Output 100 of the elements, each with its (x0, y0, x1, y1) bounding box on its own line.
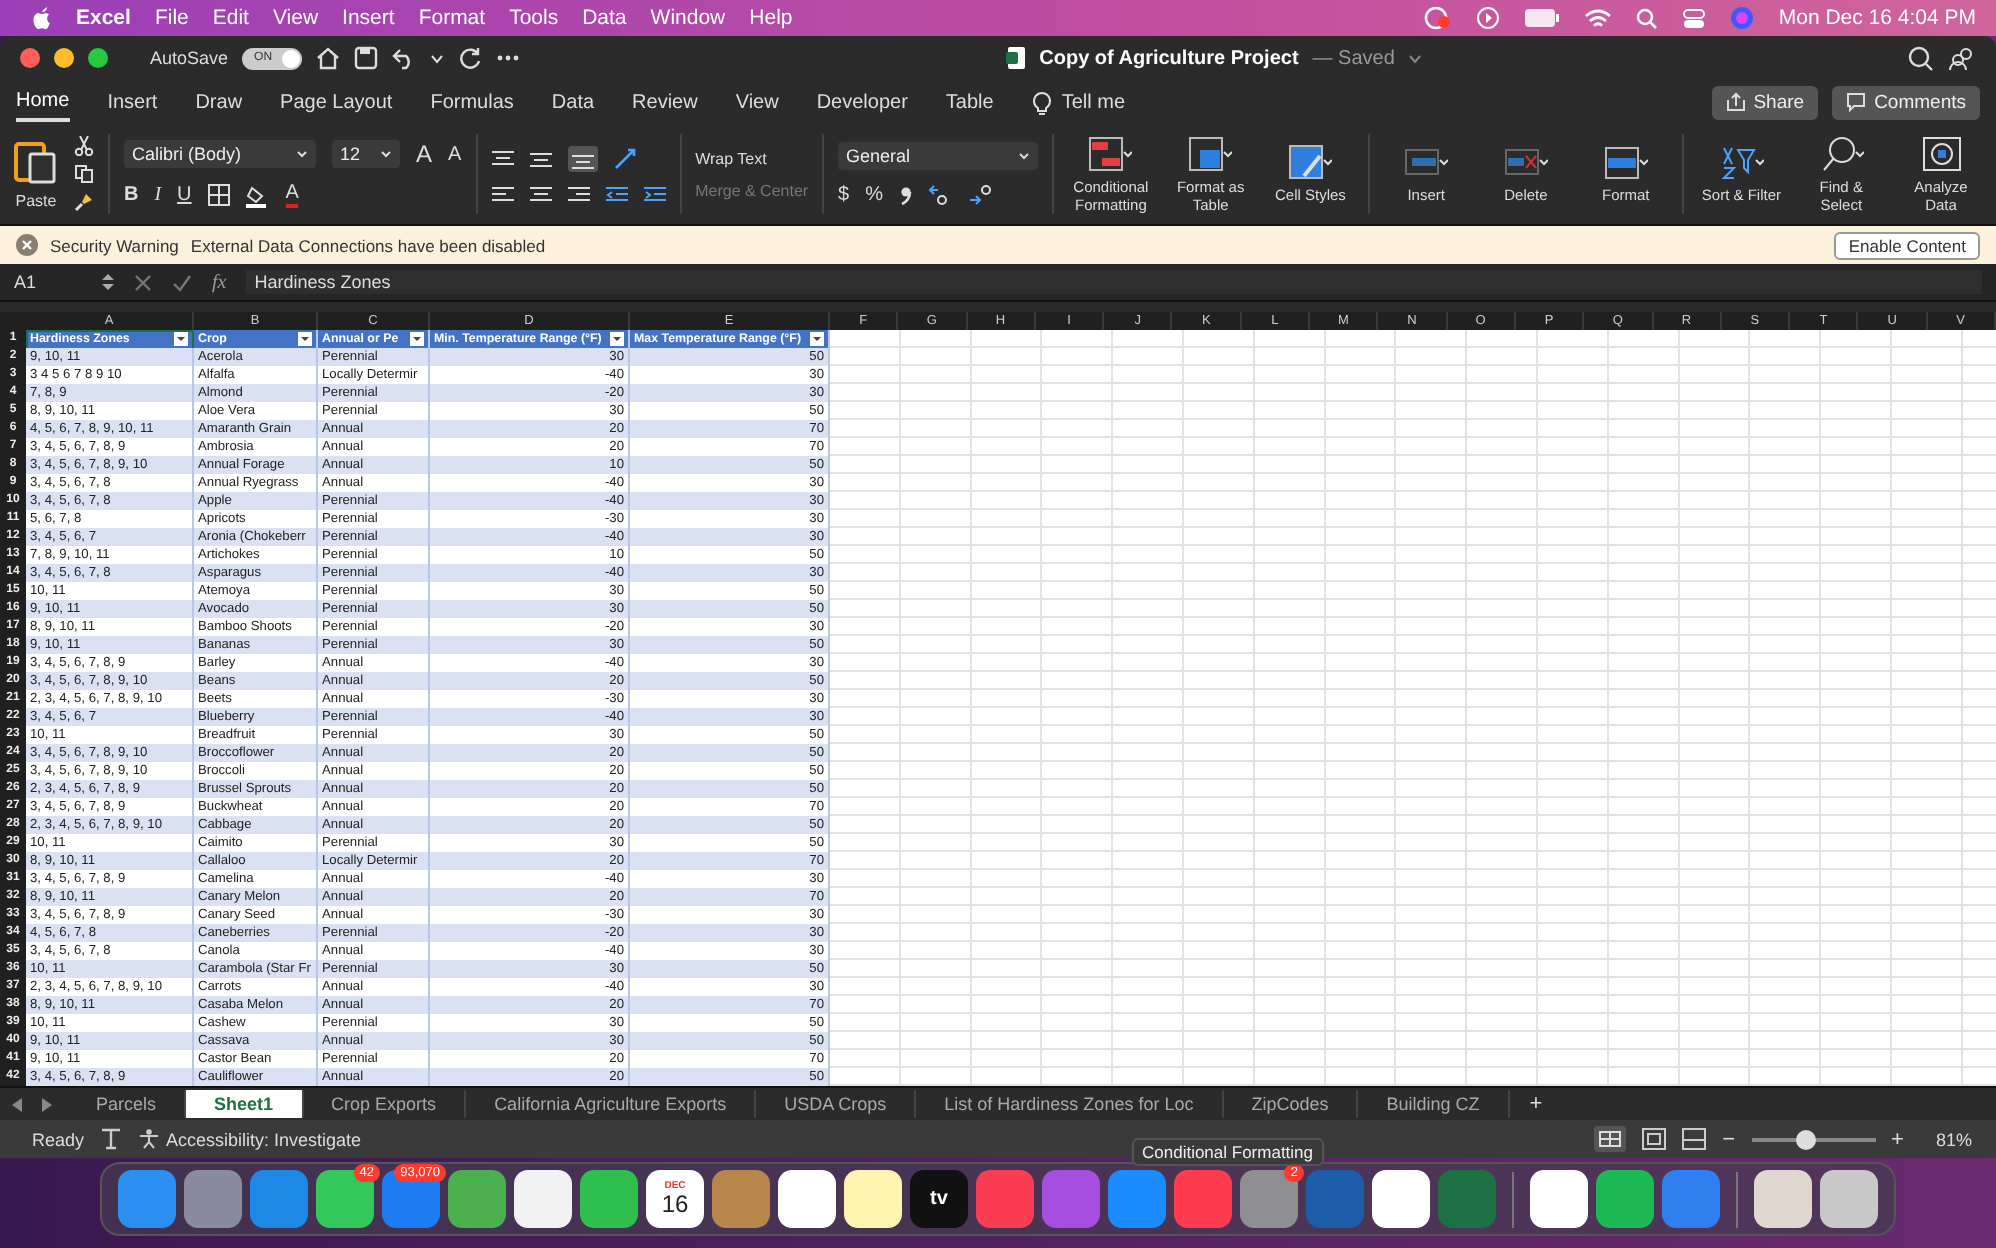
ribbon-tab[interactable]: Developer (816, 85, 908, 119)
clipboard-icon[interactable] (12, 138, 60, 186)
align-top-icon[interactable] (491, 149, 514, 167)
format-grid-icon[interactable] (1603, 144, 1648, 180)
decrease-indent-icon[interactable] (605, 185, 628, 203)
ribbon-tab[interactable]: Draw (195, 85, 243, 119)
saved-status[interactable]: — Saved (1312, 47, 1395, 69)
tell-me-field[interactable]: Tell me (1061, 85, 1126, 119)
app-icon[interactable]: tv (910, 1170, 968, 1228)
ribbon-tab[interactable]: Review (632, 85, 698, 119)
filter-dropdown-icon[interactable] (174, 332, 188, 346)
filter-dropdown-icon[interactable] (298, 332, 312, 346)
more-icon[interactable] (496, 54, 521, 62)
increase-decimal-icon[interactable] (967, 184, 991, 206)
scissors-icon[interactable] (74, 136, 94, 156)
comments-button[interactable]: Comments (1832, 85, 1980, 119)
align-bottom-icon[interactable] (567, 145, 598, 171)
ribbon-tab[interactable]: Data (551, 85, 595, 119)
menu-item[interactable]: View (272, 6, 319, 30)
sheet-tab[interactable]: California Agriculture Exports (466, 1090, 757, 1118)
menu-item[interactable]: Help (749, 6, 793, 30)
align-middle-icon[interactable] (529, 149, 552, 167)
sheet-tab[interactable]: USDA Crops (756, 1090, 917, 1118)
app-icon[interactable] (514, 1170, 572, 1228)
menu-item[interactable]: Data (582, 6, 627, 30)
highlighted-grid-icon[interactable] (1088, 135, 1133, 171)
currency-button[interactable]: $ (838, 184, 850, 206)
magnifier-icon[interactable] (1819, 135, 1864, 171)
sort-filter-icon[interactable] (1719, 144, 1764, 180)
app-icon[interactable] (580, 1170, 638, 1228)
menu-item[interactable]: Edit (212, 6, 249, 30)
sheet-tab[interactable]: Crop Exports (303, 1090, 467, 1118)
battery-icon[interactable] (1524, 8, 1561, 28)
sheet-tab[interactable]: List of Hardiness Zones for Loc (916, 1090, 1224, 1118)
ribbon-tab[interactable]: Table (945, 85, 994, 119)
decrease-decimal-icon[interactable] (927, 184, 951, 206)
comment-icon[interactable] (1846, 92, 1867, 112)
italic-button[interactable]: I (154, 184, 162, 206)
menu-item[interactable]: Window (650, 6, 726, 30)
formula-field[interactable]: Hardiness Zones (246, 270, 1982, 294)
accessibility-icon[interactable] (138, 1128, 161, 1150)
increase-indent-icon[interactable] (643, 185, 666, 203)
menu-item[interactable]: Format (418, 6, 486, 30)
filter-dropdown-icon[interactable] (610, 332, 624, 346)
control-center-icon[interactable] (1682, 7, 1707, 29)
app-icon[interactable] (1372, 1170, 1430, 1228)
accessibility-button[interactable]: Accessibility: Investigate (138, 1128, 362, 1150)
font-size-field[interactable]: 12 (331, 140, 400, 168)
cell-brush-icon[interactable] (1288, 144, 1333, 180)
zoom-in-button[interactable]: + (1891, 1127, 1904, 1151)
font-name-field[interactable]: Calibri (Body) (123, 140, 316, 168)
align-center-icon[interactable] (529, 185, 552, 203)
people-icon[interactable] (1948, 45, 1977, 71)
menu-item[interactable]: Tools (509, 6, 559, 30)
bold-button[interactable]: B (123, 184, 139, 206)
fill-bucket-icon[interactable] (245, 183, 270, 207)
name-box[interactable]: A1 (14, 272, 82, 292)
percent-button[interactable]: % (865, 184, 883, 206)
wifi-icon[interactable] (1584, 7, 1613, 29)
apple-icon[interactable] (32, 6, 52, 30)
ribbon-tab[interactable]: Page Layout (280, 85, 393, 119)
app-icon[interactable] (1820, 1170, 1878, 1228)
zoom-out-button[interactable]: − (1722, 1127, 1736, 1151)
delete-rows-icon[interactable] (1503, 144, 1548, 180)
check-icon[interactable] (172, 273, 192, 291)
app-icon[interactable] (1530, 1170, 1588, 1228)
normal-view-icon[interactable] (1594, 1126, 1627, 1152)
ribbon-tab[interactable]: Insert (107, 85, 158, 119)
wrap-text-button[interactable]: Wrap Text (695, 149, 809, 167)
table-brush-icon[interactable] (1188, 135, 1233, 171)
align-left-icon[interactable] (491, 185, 514, 203)
save-icon[interactable] (354, 46, 379, 70)
ribbon-tab[interactable]: View (735, 85, 779, 119)
share-button[interactable]: Share (1711, 85, 1819, 119)
clock[interactable]: Mon Dec 16 4:04 PM (1778, 6, 1976, 30)
cancel-icon[interactable] (134, 273, 152, 291)
zoom-level[interactable]: 81% (1935, 1129, 1972, 1149)
enable-content-button[interactable]: Enable Content (1834, 231, 1980, 259)
app-icon[interactable] (844, 1170, 902, 1228)
paste-button[interactable]: Paste (15, 192, 57, 210)
align-right-icon[interactable] (567, 185, 590, 203)
sheet-tab[interactable]: ZipCodes (1223, 1090, 1359, 1118)
number-format-field[interactable]: General (838, 142, 1039, 170)
font-color-button[interactable]: A (285, 182, 299, 208)
app-menu[interactable]: Excel (76, 6, 131, 30)
record-icon[interactable] (1424, 6, 1453, 30)
menu-item[interactable]: File (154, 6, 189, 30)
ribbon-tab[interactable]: Formulas (430, 85, 514, 119)
copy-icon[interactable] (74, 164, 94, 184)
underline-button[interactable]: U (177, 184, 192, 206)
home-icon[interactable] (316, 46, 341, 70)
chart-magnifier-icon[interactable] (1919, 135, 1963, 171)
sheet-tab[interactable]: Building CZ (1358, 1090, 1510, 1118)
insert-function-button[interactable]: fx (212, 271, 227, 293)
app-icon[interactable] (1754, 1170, 1812, 1228)
comma-style-icon[interactable] (899, 185, 911, 205)
stepper-icon[interactable] (102, 272, 114, 292)
filter-dropdown-icon[interactable] (410, 332, 424, 346)
minimize-button[interactable] (54, 48, 74, 68)
page-layout-icon[interactable] (1642, 1128, 1667, 1150)
